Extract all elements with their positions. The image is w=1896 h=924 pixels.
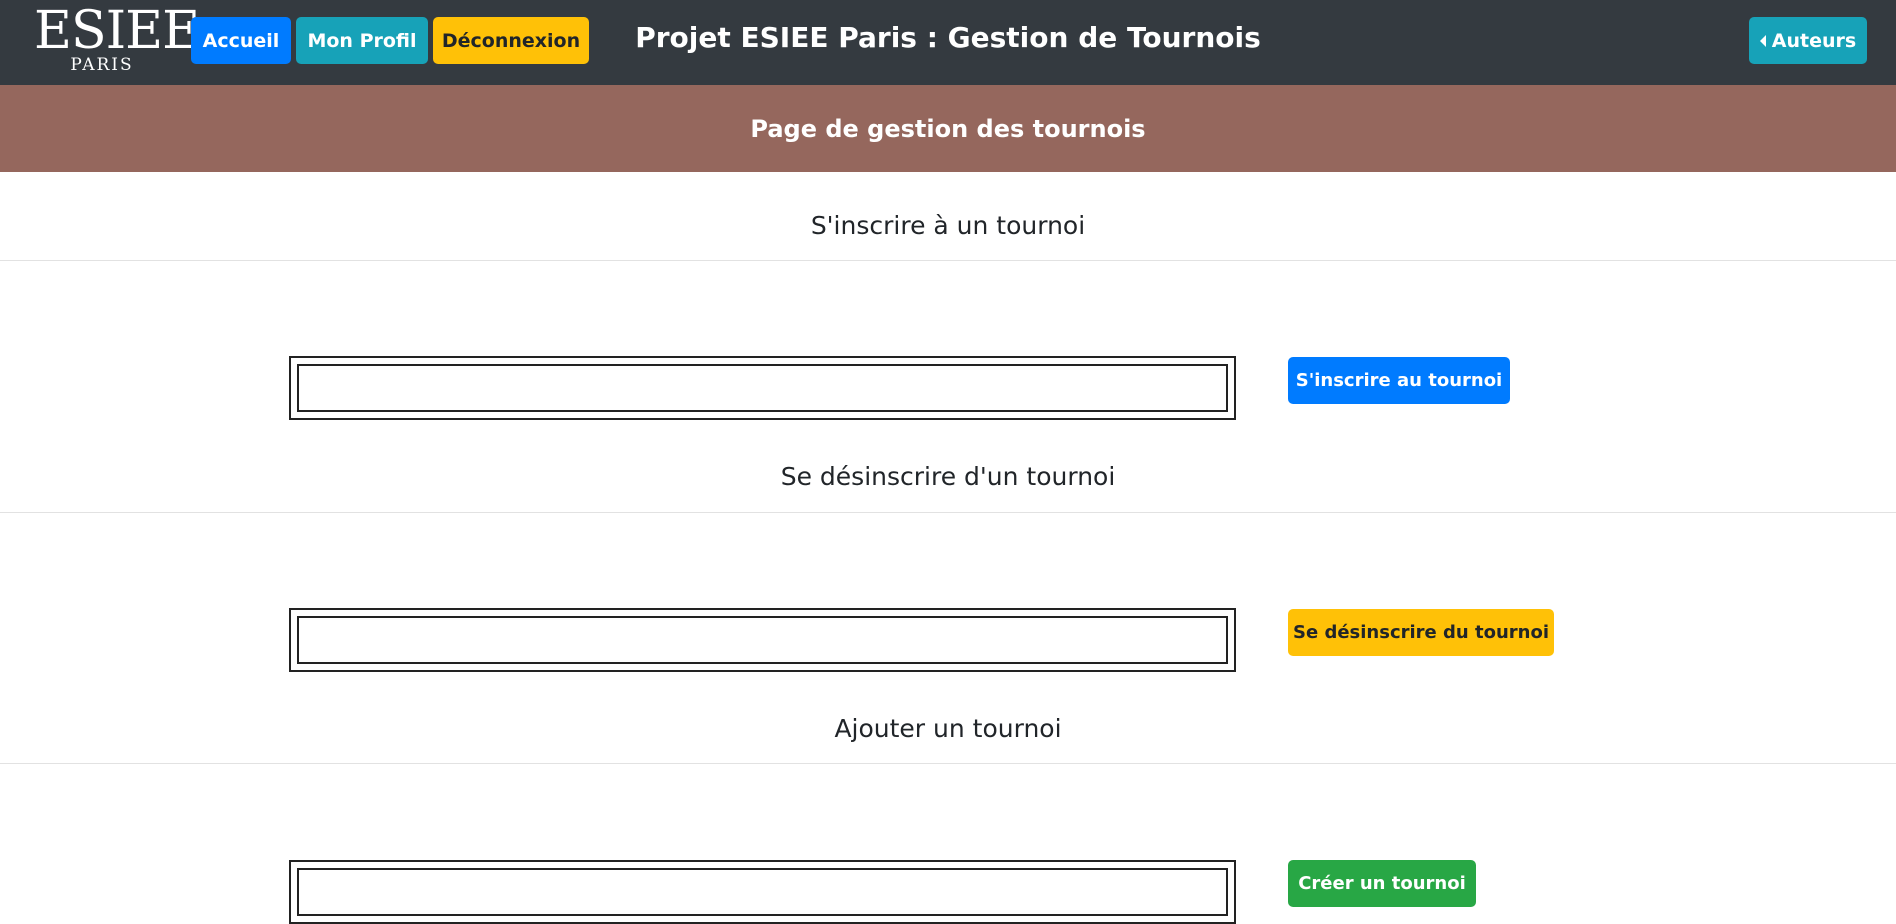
deconnexion-button[interactable]: Déconnexion bbox=[433, 17, 589, 64]
section-divider bbox=[0, 763, 1896, 764]
ajouter-field-frame bbox=[289, 860, 1236, 924]
banner-text: Page de gestion des tournois bbox=[750, 114, 1146, 143]
desinscrire-tournoi-label: Se désinscrire du tournoi bbox=[1293, 622, 1549, 643]
navbar: ESIEE PARIS Accueil Mon Profil Déconnexi… bbox=[0, 0, 1896, 85]
accueil-button[interactable]: Accueil bbox=[191, 17, 291, 64]
auteurs-button[interactable]: Auteurs bbox=[1749, 17, 1867, 64]
logo-main-text: ESIEE bbox=[34, 1, 200, 61]
mon-profil-label: Mon Profil bbox=[307, 29, 417, 52]
inscrire-tournoi-input[interactable] bbox=[297, 364, 1228, 412]
auteurs-label: Auteurs bbox=[1771, 29, 1857, 52]
esiee-logo[interactable]: ESIEE PARIS bbox=[34, 1, 200, 76]
creer-tournoi-button[interactable]: Créer un tournoi bbox=[1288, 860, 1476, 907]
inscrire-tournoi-label: S'inscrire au tournoi bbox=[1295, 370, 1503, 391]
inscrire-tournoi-button[interactable]: S'inscrire au tournoi bbox=[1288, 357, 1510, 404]
caret-left-icon bbox=[1759, 34, 1766, 47]
ajouter-tournoi-input[interactable] bbox=[297, 868, 1228, 916]
desinscrire-field-frame bbox=[289, 608, 1236, 672]
section-heading-desinscrire: Se désinscrire d'un tournoi bbox=[780, 462, 1116, 491]
mon-profil-button[interactable]: Mon Profil bbox=[296, 17, 428, 64]
section-divider bbox=[0, 260, 1896, 261]
creer-tournoi-label: Créer un tournoi bbox=[1298, 873, 1466, 894]
desinscrire-tournoi-button[interactable]: Se désinscrire du tournoi bbox=[1288, 609, 1554, 656]
page-banner: Page de gestion des tournois bbox=[0, 85, 1896, 172]
deconnexion-label: Déconnexion bbox=[441, 29, 581, 52]
accueil-label: Accueil bbox=[202, 29, 280, 52]
inscrire-field-frame bbox=[289, 356, 1236, 420]
section-heading-ajouter: Ajouter un tournoi bbox=[834, 714, 1062, 743]
section-divider bbox=[0, 512, 1896, 513]
desinscrire-tournoi-input[interactable] bbox=[297, 616, 1228, 664]
section-heading-inscrire: S'inscrire à un tournoi bbox=[810, 211, 1086, 240]
